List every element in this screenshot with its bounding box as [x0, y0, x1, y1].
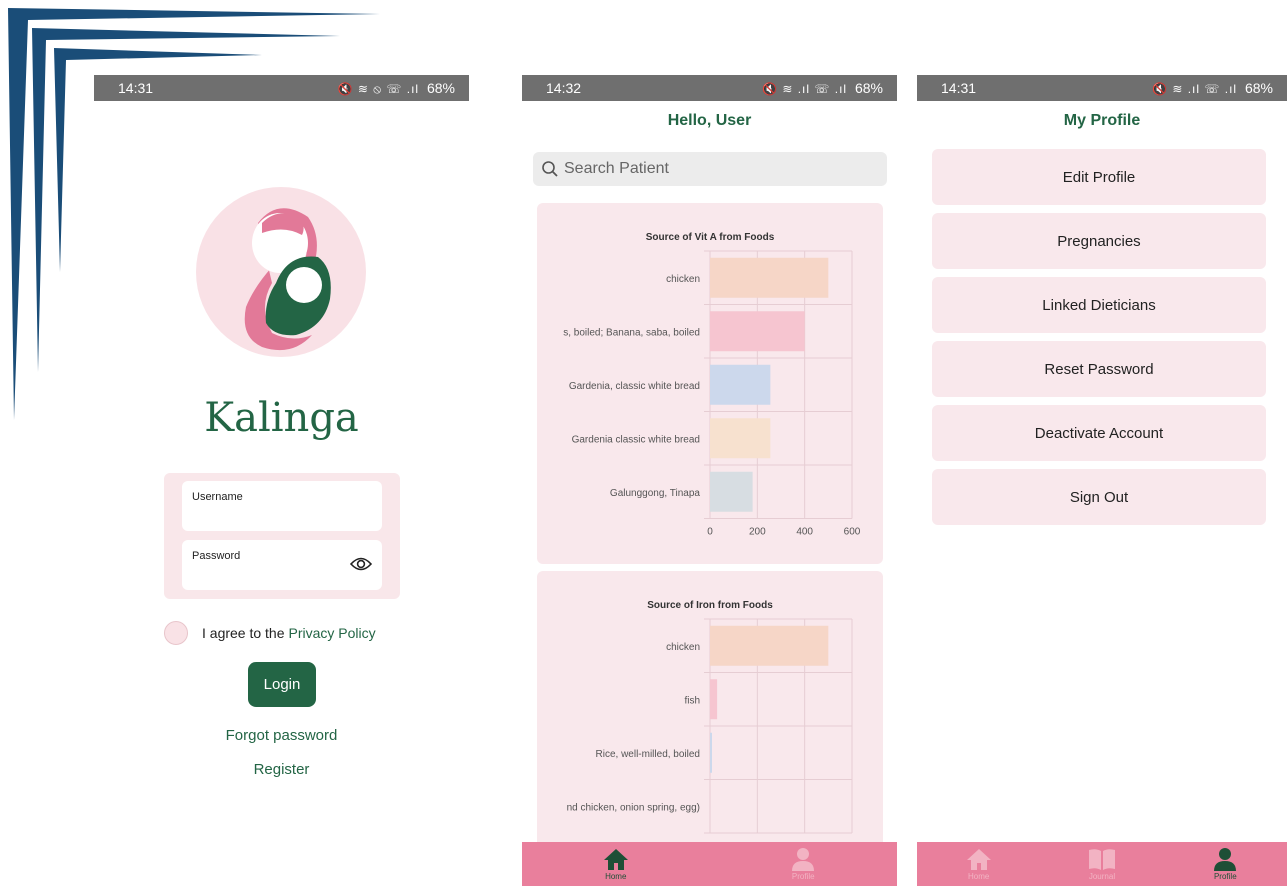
status-bar: 14:32 🔇 ≋ .ıl ☏ .ıl 68% — [522, 75, 897, 101]
profile-screen: 14:31 🔇 ≋ .ıl ☏ .ıl 68% My Profile Edit … — [917, 75, 1287, 886]
username-field[interactable]: Username — [182, 481, 382, 531]
vit-a-chart-card: Source of Vit A from Foods chicken s, boil… — [537, 203, 883, 564]
nav-journal-label: Journal — [1088, 872, 1116, 881]
login-form: Username Password — [164, 473, 400, 599]
linked-dieticians-button[interactable]: Linked Dieticians — [932, 277, 1266, 333]
nav-home-label: Home — [967, 872, 990, 881]
category-label: Gardenia classic white bread — [572, 434, 700, 445]
bar — [710, 471, 753, 512]
register-link[interactable]: Register — [94, 761, 469, 778]
password-label: Password — [192, 550, 241, 562]
iron-chart-card: Source of Iron from Foods chicken fish Rice… — [537, 571, 883, 871]
login-button[interactable]: Login — [248, 662, 316, 707]
x-tick-label: 400 — [796, 527, 813, 538]
nav-home[interactable]: Home — [917, 842, 1040, 886]
nav-home-label: Home — [605, 872, 627, 881]
category-label: Rice, well-milled, boiled — [596, 749, 700, 760]
status-time: 14:32 — [546, 80, 582, 96]
nav-home[interactable]: Home — [522, 842, 710, 886]
bar — [710, 364, 771, 405]
category-label: nd chicken, onion spring, egg) — [567, 802, 700, 813]
status-icons: 🔇 ≋ ⦸ ☏ .ıl — [337, 81, 420, 96]
bottom-nav: Home Journal Profile — [917, 842, 1287, 886]
agree-checkbox[interactable] — [164, 621, 188, 645]
bar — [710, 311, 805, 352]
password-field[interactable]: Password — [182, 540, 382, 590]
battery-level: 68% — [426, 79, 455, 96]
status-time: 14:31 — [118, 80, 154, 96]
bottom-nav: Home Profile — [522, 842, 897, 886]
greeting: Hello, User — [667, 112, 752, 129]
bar — [710, 679, 718, 720]
reset-password-button[interactable]: Reset Password — [932, 341, 1266, 397]
home-screen: 14:32 🔇 ≋ .ıl ☏ .ıl 68% Hello, User Sear… — [522, 75, 897, 886]
home-icon — [966, 849, 991, 870]
nav-journal[interactable]: Journal — [1040, 842, 1163, 886]
category-label: s, boiled; Banana, saba, boiled — [563, 327, 700, 338]
bar — [710, 732, 712, 773]
privacy-policy-link[interactable]: Privacy Policy — [289, 625, 376, 641]
sign-out-button[interactable]: Sign Out — [932, 469, 1266, 525]
agree-text: I agree to the — [202, 625, 285, 641]
search-placeholder: Search Patient — [564, 160, 669, 177]
home-icon — [603, 849, 628, 870]
battery-level: 68% — [854, 80, 883, 96]
slide: 14:31 🔇 ≋ ⦸ ☏ .ıl 68% Kalinga Username P… — [0, 0, 1287, 886]
nav-profile-label: Profile — [791, 872, 815, 881]
battery-level: 68% — [1244, 80, 1273, 96]
chart-title: Source of Iron from Foods — [647, 600, 773, 611]
x-tick-label: 200 — [749, 527, 766, 538]
profile-menu: Edit Profile Pregnancies Linked Dieticia… — [932, 149, 1266, 533]
pregnancies-button[interactable]: Pregnancies — [932, 213, 1266, 269]
search-input[interactable]: Search Patient — [533, 152, 887, 186]
person-icon — [792, 848, 815, 871]
bar — [710, 625, 829, 666]
eye-icon[interactable] — [349, 556, 373, 577]
login-screen: 14:31 🔇 ≋ ⦸ ☏ .ıl 68% Kalinga Username P… — [94, 75, 469, 886]
status-icons: 🔇 ≋ .ıl ☏ .ıl — [1152, 82, 1238, 96]
category-label: Galunggong, Tinapa — [610, 488, 701, 499]
book-icon — [1088, 849, 1115, 870]
bar — [710, 418, 771, 459]
deactivate-account-button[interactable]: Deactivate Account — [932, 405, 1266, 461]
category-label: fish — [684, 695, 700, 706]
chart-title: Source of Vit A from Foods — [646, 232, 775, 243]
person-icon — [1214, 848, 1237, 871]
bar — [710, 257, 829, 298]
category-label: chicken — [666, 274, 700, 285]
edit-profile-button[interactable]: Edit Profile — [932, 149, 1266, 205]
status-bar: 14:31 🔇 ≋ ⦸ ☏ .ıl 68% — [94, 75, 469, 101]
app-name: Kalinga — [204, 395, 359, 441]
privacy-agreement: I agree to the Privacy Policy — [164, 621, 376, 645]
page-title: My Profile — [1063, 112, 1141, 129]
category-label: Gardenia, classic white bread — [569, 381, 700, 392]
forgot-password-link[interactable]: Forgot password — [94, 727, 469, 744]
nav-profile[interactable]: Profile — [1164, 842, 1287, 886]
app-logo — [196, 187, 366, 357]
search-icon — [542, 161, 558, 177]
x-tick-label: 600 — [844, 527, 861, 538]
username-label: Username — [192, 491, 243, 503]
status-time: 14:31 — [941, 80, 977, 96]
category-label: chicken — [666, 642, 700, 653]
iron-chart: Source of Iron from Foods chicken fish Rice… — [567, 600, 853, 834]
nav-profile[interactable]: Profile — [710, 842, 898, 886]
nav-profile-label: Profile — [1213, 872, 1237, 881]
x-tick-label: 0 — [707, 527, 713, 538]
vit-a-chart: Source of Vit A from Foods chicken s, boil… — [563, 232, 861, 538]
status-bar: 14:31 🔇 ≋ .ıl ☏ .ıl 68% — [917, 75, 1287, 101]
status-icons: 🔇 ≋ .ıl ☏ .ıl — [762, 82, 848, 96]
